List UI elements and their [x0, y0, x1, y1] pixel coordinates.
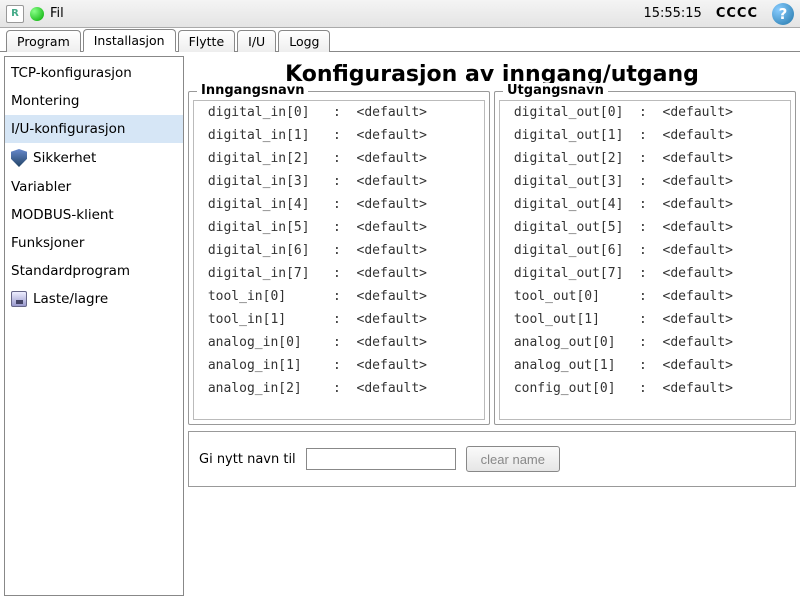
sidebar-item-label: I/U-konfigurasjon	[11, 121, 126, 137]
status-cccc: CCCC	[716, 6, 758, 21]
sidebar-item-label: Funksjoner	[11, 235, 84, 251]
sidebar-item-label: Laste/lagre	[33, 291, 108, 307]
sidebar-item-label: Variabler	[11, 179, 71, 195]
tab-i-u[interactable]: I/U	[237, 30, 276, 52]
clock: 15:55:15	[643, 6, 701, 21]
input-row[interactable]: digital_in[7] : <default>	[194, 262, 484, 285]
input-row[interactable]: digital_in[2] : <default>	[194, 147, 484, 170]
output-legend: Utgangsnavn	[503, 83, 608, 98]
output-row[interactable]: digital_out[5] : <default>	[500, 216, 790, 239]
output-row[interactable]: digital_out[3] : <default>	[500, 170, 790, 193]
output-scrollbox[interactable]: digital_out[0] : <default> digital_out[1…	[499, 100, 791, 420]
input-row[interactable]: digital_in[6] : <default>	[194, 239, 484, 262]
tab-logg[interactable]: Logg	[278, 30, 330, 52]
input-row[interactable]: tool_in[1] : <default>	[194, 308, 484, 331]
output-row[interactable]: digital_out[0] : <default>	[500, 101, 790, 124]
menu-file[interactable]: Fil	[50, 6, 64, 21]
tab-flytte[interactable]: Flytte	[178, 30, 236, 52]
sidebar-item-variabler[interactable]: Variabler	[5, 173, 183, 201]
input-row[interactable]: tool_in[0] : <default>	[194, 285, 484, 308]
input-row[interactable]: digital_in[5] : <default>	[194, 216, 484, 239]
sidebar-item-tcp-konfigurasjon[interactable]: TCP-konfigurasjon	[5, 59, 183, 87]
floppy-disk-icon	[11, 291, 27, 307]
rename-input[interactable]	[306, 448, 456, 470]
output-row[interactable]: digital_out[1] : <default>	[500, 124, 790, 147]
sidebar-item-label: TCP-konfigurasjon	[11, 65, 132, 81]
output-row[interactable]: analog_out[0] : <default>	[500, 331, 790, 354]
globe-icon	[30, 7, 44, 21]
input-row[interactable]: digital_in[0] : <default>	[194, 101, 484, 124]
sidebar-item-funksjoner[interactable]: Funksjoner	[5, 229, 183, 257]
output-row[interactable]: digital_out[4] : <default>	[500, 193, 790, 216]
input-row[interactable]: analog_in[1] : <default>	[194, 354, 484, 377]
output-row[interactable]: digital_out[2] : <default>	[500, 147, 790, 170]
output-row[interactable]: tool_out[0] : <default>	[500, 285, 790, 308]
sidebar: TCP-konfigurasjon Montering I/U-konfiguras…	[4, 56, 184, 596]
rename-label: Gi nytt navn til	[199, 452, 296, 467]
sidebar-item-montering[interactable]: Montering	[5, 87, 183, 115]
input-row[interactable]: digital_in[4] : <default>	[194, 193, 484, 216]
help-icon[interactable]: ?	[772, 3, 794, 25]
shield-icon	[11, 149, 27, 167]
sidebar-item-standardprogram[interactable]: Standardprogram	[5, 257, 183, 285]
input-names-fieldset: Inngangsnavn digital_in[0] : <default> d…	[188, 91, 490, 425]
topbar: R Fil 15:55:15 CCCC ?	[0, 0, 800, 28]
sidebar-item-label: MODBUS-klient	[11, 207, 114, 223]
sidebar-item-label: Montering	[11, 93, 80, 109]
output-names-fieldset: Utgangsnavn digital_out[0] : <default> d…	[494, 91, 796, 425]
input-row[interactable]: analog_in[0] : <default>	[194, 331, 484, 354]
input-scrollbox[interactable]: digital_in[0] : <default> digital_in[1] …	[193, 100, 485, 420]
input-row[interactable]: digital_in[3] : <default>	[194, 170, 484, 193]
output-row[interactable]: digital_out[7] : <default>	[500, 262, 790, 285]
sidebar-item-label: Standardprogram	[11, 263, 130, 279]
input-row[interactable]: digital_in[1] : <default>	[194, 124, 484, 147]
sidebar-item-laste-lagre[interactable]: Laste/lagre	[5, 285, 183, 313]
output-row[interactable]: analog_out[1] : <default>	[500, 354, 790, 377]
input-legend: Inngangsnavn	[197, 83, 308, 98]
clear-name-button[interactable]: clear name	[466, 446, 560, 472]
tab-program[interactable]: Program	[6, 30, 81, 52]
tab-row: ProgramInstallasjonFlytteI/ULogg	[0, 28, 800, 52]
output-row[interactable]: tool_out[1] : <default>	[500, 308, 790, 331]
output-row[interactable]: config_out[0] : <default>	[500, 377, 790, 400]
sidebar-item-label: Sikkerhet	[33, 150, 96, 166]
app-logo: R	[6, 5, 24, 23]
input-row[interactable]: analog_in[2] : <default>	[194, 377, 484, 400]
output-row[interactable]: digital_out[6] : <default>	[500, 239, 790, 262]
tab-installasjon[interactable]: Installasjon	[83, 29, 176, 52]
main-panel: Konfigurasjon av inngang/utgang Inngangs…	[188, 56, 796, 596]
sidebar-item-modbus-klient[interactable]: MODBUS-klient	[5, 201, 183, 229]
rename-panel: Gi nytt navn til clear name	[188, 431, 796, 487]
sidebar-item-sikkerhet[interactable]: Sikkerhet	[5, 143, 183, 173]
sidebar-item-i-u-konfigurasjon[interactable]: I/U-konfigurasjon	[5, 115, 183, 143]
